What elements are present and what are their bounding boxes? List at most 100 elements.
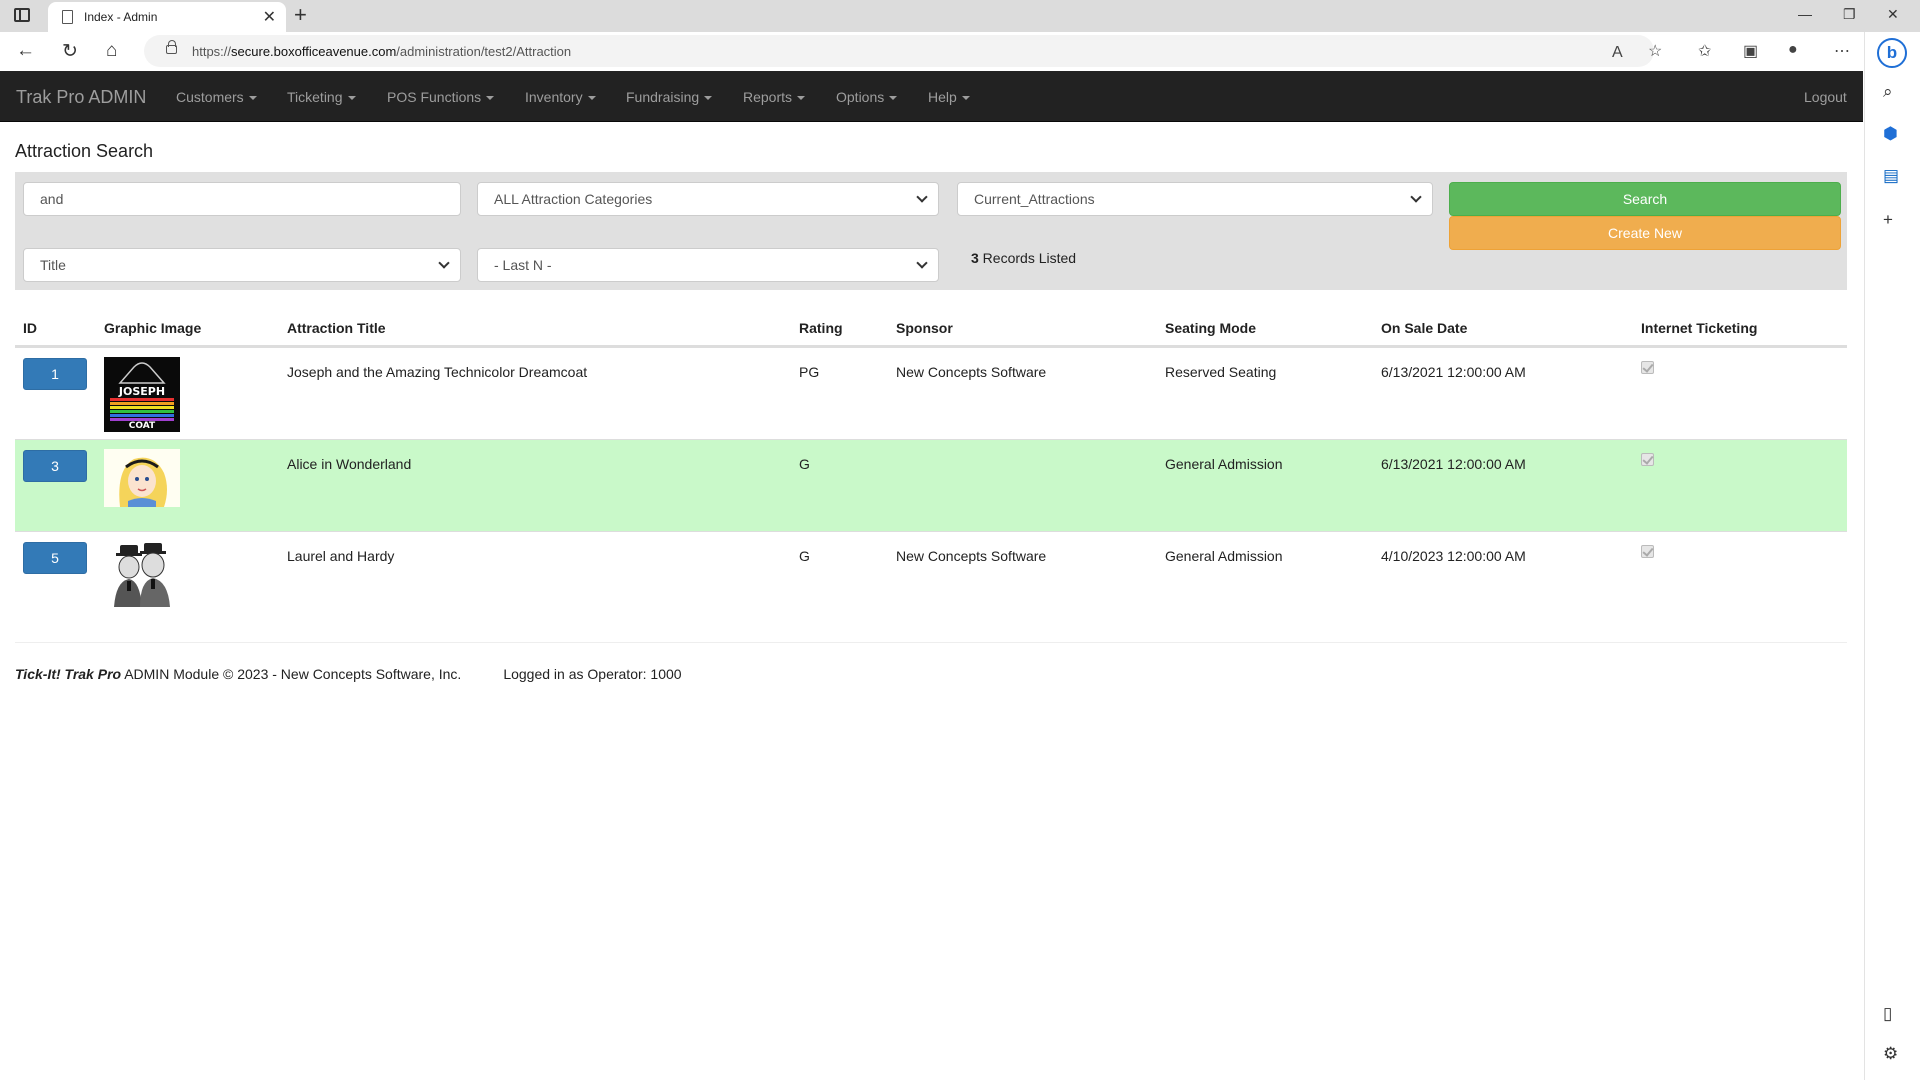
lock-icon[interactable]	[166, 40, 177, 54]
header-on-sale-date: On Sale Date	[1381, 320, 1468, 336]
nav-fundraising[interactable]: Fundraising	[626, 89, 713, 105]
caret-down-icon	[486, 96, 495, 101]
collections-icon[interactable]: ▣	[1743, 41, 1758, 61]
rating: G	[799, 456, 810, 472]
edge-sidebar: b ⌕ ⬢ ▤ + ▯ ⚙	[1864, 32, 1920, 1080]
address-bar: ← ↻ ⌂ https://secure.boxofficeavenue.com…	[0, 32, 1920, 70]
favorite-add-icon[interactable]: ☆	[1648, 41, 1662, 61]
create-new-button[interactable]: Create New	[1449, 216, 1841, 250]
caret-down-icon	[248, 96, 257, 101]
url-field[interactable]: https://secure.boxofficeavenue.com/admin…	[144, 35, 1654, 67]
favorites-icon[interactable]: ✩	[1698, 41, 1711, 61]
url-text[interactable]: https://secure.boxofficeavenue.com/admin…	[192, 44, 571, 59]
search-panel: and ALL Attraction Categories Current_At…	[15, 172, 1847, 290]
chevron-down-icon	[438, 257, 450, 269]
chevron-down-icon	[916, 257, 928, 269]
caret-down-icon	[587, 96, 596, 101]
header-rating: Rating	[799, 320, 843, 336]
alice-image	[104, 449, 180, 507]
attraction-image	[104, 449, 180, 507]
internet-ticketing-checkbox	[1641, 361, 1654, 374]
nav-inventory[interactable]: Inventory	[525, 89, 596, 105]
read-aloud-icon[interactable]: A	[1612, 44, 1623, 62]
tab-actions-icon[interactable]	[14, 8, 30, 22]
svg-text:JOSEPH: JOSEPH	[118, 385, 165, 398]
internet-ticketing-checkbox	[1641, 545, 1654, 558]
id-button[interactable]: 5	[23, 542, 87, 574]
nav-pos-functions[interactable]: POS Functions	[387, 89, 495, 105]
chevron-down-icon	[916, 191, 928, 203]
back-icon[interactable]: ←	[16, 40, 35, 62]
category-select[interactable]: ALL Attraction Categories	[477, 182, 939, 216]
svg-text:COAT: COAT	[129, 421, 156, 431]
browser-tab-bar: Index - Admin ✕ + — ❐ ✕	[0, 0, 1920, 32]
add-icon[interactable]: +	[1883, 210, 1893, 230]
joseph-poster-image: JOSEPH COAT	[104, 357, 180, 432]
header-id: ID	[23, 320, 37, 336]
close-tab-icon[interactable]: ✕	[263, 7, 276, 27]
on-sale-date: 6/13/2021 12:00:00 AM	[1381, 364, 1526, 380]
search-button[interactable]: Search	[1449, 182, 1841, 216]
close-window-icon[interactable]: ✕	[1887, 6, 1899, 23]
table-row: 5 Laurel and Hardy G New Concepts Softwa…	[15, 531, 1847, 623]
nav-reports[interactable]: Reports	[743, 89, 806, 105]
id-button[interactable]: 1	[23, 358, 87, 390]
category-select-value: ALL Attraction Categories	[494, 191, 653, 207]
table-row: 3 Alice in Wonderland G General Admissio…	[15, 439, 1847, 531]
caret-down-icon	[704, 96, 713, 101]
operator-status: Logged in as Operator: 1000	[503, 666, 682, 682]
nav-help[interactable]: Help	[928, 89, 970, 105]
caret-down-icon	[889, 96, 898, 101]
page-title: Attraction Search	[15, 141, 154, 161]
settings-icon[interactable]: ⚙	[1883, 1044, 1898, 1064]
rating: PG	[799, 364, 820, 380]
keyword-input[interactable]: and	[23, 182, 461, 216]
sort-select[interactable]: Title	[23, 248, 461, 282]
sidebar-toggle-icon[interactable]: ▯	[1883, 1004, 1892, 1024]
restore-icon[interactable]: ❐	[1843, 6, 1856, 23]
attraction-image: JOSEPH COAT	[104, 357, 180, 432]
internet-ticketing-checkbox	[1641, 453, 1654, 466]
id-button[interactable]: 3	[23, 450, 87, 482]
office-icon[interactable]: ⬢	[1883, 124, 1898, 144]
sponsor: New Concepts Software	[896, 548, 1047, 564]
profile-icon[interactable]: ●	[1788, 41, 1798, 59]
caret-down-icon	[797, 96, 806, 101]
bing-icon[interactable]: b	[1877, 38, 1907, 68]
new-tab-icon[interactable]: +	[294, 2, 307, 28]
header-seating-mode: Seating Mode	[1165, 320, 1257, 336]
attraction-table: ID Graphic Image Attraction Title Rating…	[15, 310, 1847, 623]
status-select-value: Current_Attractions	[974, 191, 1095, 207]
more-menu-icon[interactable]: ⋯	[1834, 41, 1850, 61]
sort-select-value: Title	[40, 257, 66, 273]
caret-down-icon	[961, 96, 970, 101]
product-name: Tick-It! Trak Pro	[15, 666, 122, 682]
search-icon[interactable]: ⌕	[1883, 82, 1893, 102]
brand-link[interactable]: Trak Pro ADMIN	[16, 87, 146, 108]
logout-link[interactable]: Logout	[1804, 89, 1847, 105]
app-navbar: Trak Pro ADMIN Customers Ticketing POS F…	[0, 71, 1863, 122]
on-sale-date: 4/10/2023 12:00:00 AM	[1381, 548, 1526, 564]
seating-mode: General Admission	[1165, 548, 1283, 564]
refresh-icon[interactable]: ↻	[62, 40, 78, 63]
footer-divider	[15, 642, 1847, 643]
nav-customers[interactable]: Customers	[176, 89, 257, 105]
header-attraction-title: Attraction Title	[287, 320, 386, 336]
status-select[interactable]: Current_Attractions	[957, 182, 1433, 216]
page-icon	[62, 10, 73, 24]
attraction-image	[104, 541, 180, 607]
browser-tab[interactable]: Index - Admin ✕	[48, 2, 286, 32]
outlook-icon[interactable]: ▤	[1883, 166, 1899, 186]
minimize-icon[interactable]: —	[1798, 6, 1812, 22]
home-icon[interactable]: ⌂	[106, 40, 117, 62]
last-n-select[interactable]: - Last N -	[477, 248, 939, 282]
attraction-title: Laurel and Hardy	[287, 548, 395, 564]
nav-ticketing[interactable]: Ticketing	[287, 89, 356, 105]
attraction-title: Joseph and the Amazing Technicolor Dream…	[287, 364, 588, 380]
laurel-hardy-image	[104, 541, 180, 607]
tab-title: Index - Admin	[84, 10, 158, 24]
footer: Tick-It! Trak Pro ADMIN Module © 2023 - …	[15, 666, 682, 682]
header-graphic-image: Graphic Image	[104, 320, 202, 336]
copyright: ADMIN Module © 2023 - New Concepts Softw…	[121, 666, 462, 682]
nav-options[interactable]: Options	[836, 89, 898, 105]
